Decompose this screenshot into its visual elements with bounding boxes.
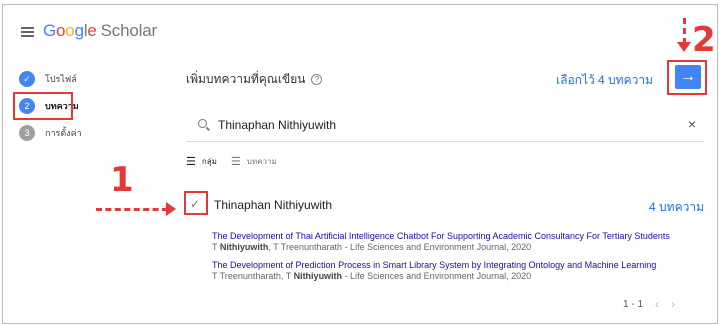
tab-groups[interactable]: ☰ กลุ่ม [186,155,217,168]
step-profile[interactable]: ✓ โปรไฟล์ [19,71,77,87]
annotation-arrow-2 [683,18,686,44]
author-group-row[interactable]: ✓ Thinaphan Nithiyuwith 4 บทความ [184,191,704,217]
clear-icon[interactable]: × [688,116,696,132]
help-icon[interactable]: ? [311,74,323,85]
page-title: เพิ่มบทความที่คุณเขียน? [186,70,323,89]
paper-authors-suffix: , T Treenuntharath - Life Sciences and E… [268,242,532,252]
google-scholar-logo[interactable]: Google Scholar [43,21,157,41]
tab-groups-label: กลุ่ม [201,157,217,166]
annotation-number-1: 1 [110,160,134,200]
highlight-box-next [667,60,707,95]
search-icon [198,119,207,128]
step-settings-label: การตั้งค่า [45,128,82,138]
step-number-badge: 3 [19,125,35,141]
paper-authors-suffix: - Life Sciences and Environment Journal,… [342,271,532,281]
chevron-right-icon[interactable]: › [671,297,675,311]
paper-authors-prefix: T [212,242,220,252]
paper-authors-bold: Nithiyuwith [219,242,269,252]
menu-icon[interactable] [21,27,34,37]
annotation-arrow-1 [96,208,168,211]
annotation-arrowhead-1 [166,202,176,216]
header: Google Scholar [3,5,717,57]
paper-title[interactable]: The Development of Thai Artificial Intel… [212,231,670,242]
list-item: The Development of Prediction Process in… [212,260,656,282]
step-settings[interactable]: 3 การตั้งค่า [19,125,82,141]
search-input[interactable]: Thinaphan Nithiyuwith [218,118,336,132]
chevron-left-icon[interactable]: ‹ [655,297,659,311]
selected-count[interactable]: เลือกไว้ 4 บทความ [556,71,653,90]
group-author-name: Thinaphan Nithiyuwith [214,198,333,212]
paper-authors-bold: Nithiyuwith [293,271,343,281]
annotation-arrowhead-2 [677,42,691,52]
tab-articles-label: บทความ [246,157,277,166]
list-item: The Development of Thai Artificial Intel… [212,231,670,253]
list-icon: ☰ [230,156,241,168]
search-bar[interactable]: Thinaphan Nithiyuwith × [186,108,704,142]
list-bold-icon: ☰ [186,156,196,168]
paper-meta: T Nithiyuwith, T Treenuntharath - Life S… [212,242,670,253]
annotation-number-2: 2 [692,20,716,60]
view-tabs: ☰ กลุ่ม ☰ บทความ [186,155,277,168]
step-profile-label: โปรไฟล์ [45,74,77,84]
page-range: 1 - 1 [623,298,644,310]
check-icon: ✓ [19,71,35,87]
paper-meta: T Treenuntharath, T Nithiyuwith - Life S… [212,271,656,282]
group-article-count[interactable]: 4 บทความ [649,198,704,217]
page-title-text: เพิ่มบทความที่คุณเขียน [186,72,306,86]
pagination: 1 - 1 ‹ › [623,297,675,311]
group-checkbox[interactable]: ✓ [190,197,200,211]
paper-title[interactable]: The Development of Prediction Process in… [212,260,656,271]
highlight-box-step [13,92,73,120]
paper-authors-prefix: T Treenuntharath, T [212,271,294,281]
tab-articles[interactable]: ☰ บทความ [231,155,277,168]
